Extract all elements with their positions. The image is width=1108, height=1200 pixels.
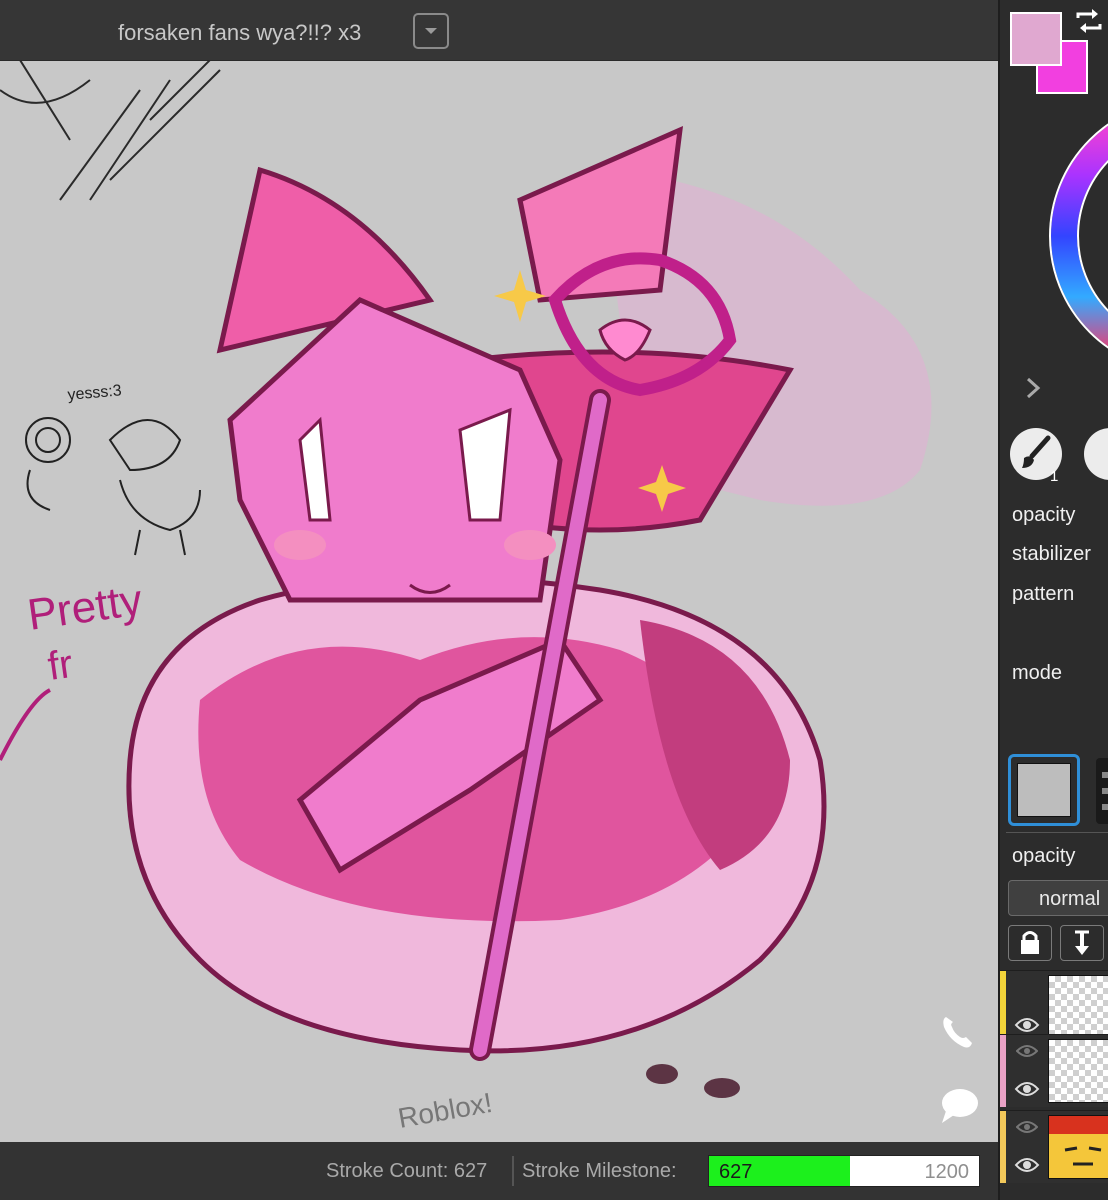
layer-opacity-label: opacity xyxy=(1012,845,1076,867)
eye-icon[interactable] xyxy=(1016,1119,1038,1135)
doodle-text-pretty: Pretty xyxy=(25,575,146,640)
head-shape xyxy=(227,297,563,603)
lock-layer-button[interactable] xyxy=(1008,925,1052,961)
lock-icon xyxy=(1021,931,1039,954)
layers-list-button[interactable] xyxy=(1096,758,1108,824)
stabilizer-label: stabilizer xyxy=(1012,543,1091,565)
color-wheel[interactable] xyxy=(1046,96,1108,376)
progress-max: 1200 xyxy=(924,1161,970,1183)
room-header: forsaken fans wya?!!? x3 xyxy=(0,0,998,61)
layer-visibility-icon[interactable] xyxy=(1014,1077,1040,1101)
doodle-text-roblox: Roblox! xyxy=(396,1087,495,1134)
divider xyxy=(1006,832,1108,833)
tool-panel: 1 opacity stabilizer pattern mode opacit… xyxy=(998,0,1108,1200)
blend-mode-value: normal xyxy=(1039,888,1101,910)
layer-thumbnail xyxy=(1048,975,1108,1039)
brush-opacity-label: opacity xyxy=(1012,504,1076,526)
sketch-lines xyxy=(0,61,221,201)
chevron-down-icon xyxy=(425,28,437,34)
doodle-text-yesss: yesss:3 xyxy=(67,382,123,404)
layer-thumbnail xyxy=(1048,1115,1108,1179)
layer-item[interactable] xyxy=(1000,1034,1108,1107)
pattern-label: pattern xyxy=(1012,583,1075,605)
swap-colors-icon[interactable] xyxy=(1074,8,1104,34)
chevron-right-icon[interactable] xyxy=(1024,376,1044,400)
mode-label: mode xyxy=(1012,662,1063,684)
brush-size-badge: 1 xyxy=(1050,468,1059,485)
stroke-milestone-label: Stroke Milestone: xyxy=(522,1160,677,1182)
stroke-milestone-progress: 627 1200 xyxy=(708,1155,980,1187)
phone-icon[interactable] xyxy=(936,1009,980,1053)
layer-color-tag xyxy=(1000,1111,1006,1183)
stroke-count-label: Stroke Count: 627 xyxy=(326,1160,488,1182)
divider xyxy=(512,1156,514,1186)
left-doodle xyxy=(25,417,201,556)
status-bar: Stroke Count: 627 Stroke Milestone: 627 … xyxy=(0,1142,998,1200)
room-dropdown-button[interactable] xyxy=(413,13,449,49)
alt-brush-button[interactable] xyxy=(1084,428,1108,480)
selected-layer-thumbnail[interactable] xyxy=(1008,754,1080,826)
primary-color-swatch[interactable] xyxy=(1010,12,1062,66)
layer-visibility-icon[interactable] xyxy=(1014,1153,1040,1177)
progress-current: 627 xyxy=(719,1161,753,1183)
drawing-canvas[interactable]: yesss:3 Pretty fr Roblox! xyxy=(0,61,998,1142)
layer-item[interactable] xyxy=(1000,1110,1108,1183)
layer-thumbnail xyxy=(1048,1039,1108,1103)
eye-icon[interactable] xyxy=(1016,1043,1038,1059)
merge-down-button[interactable] xyxy=(1060,925,1104,961)
layer-color-tag xyxy=(1000,971,1006,1043)
arrow-down-icon xyxy=(1075,930,1089,955)
room-title: forsaken fans wya?!!? x3 xyxy=(118,20,362,45)
avatar-thumbnail-art xyxy=(1049,1116,1108,1166)
doodle-text-fr: fr xyxy=(45,642,75,689)
layer-color-tag xyxy=(1000,1035,1006,1107)
blend-mode-select[interactable]: normal xyxy=(1008,880,1108,916)
canvas-artwork: yesss:3 Pretty fr Roblox! xyxy=(0,61,932,1134)
layer-item[interactable] xyxy=(1000,970,1108,1043)
chat-bubble-icon[interactable] xyxy=(936,1083,980,1127)
